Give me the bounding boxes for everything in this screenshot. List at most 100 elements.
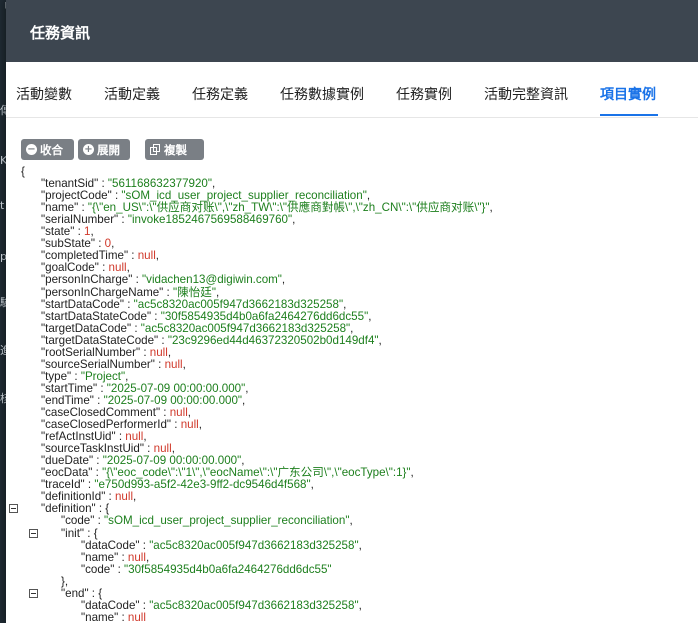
json-value: "ac5c8320ac005f947d3662183d325258" [140,321,351,335]
json-punct: : [128,249,138,263]
json-punct: , [343,297,347,311]
modal-header: 任務資訊 [6,0,698,62]
active-tab-indicator [600,114,658,116]
json-value: null [137,249,156,263]
json-punct: : [95,237,105,251]
json-punct: , [368,309,372,323]
json-punct: { [21,165,25,178]
json-punct: : [154,357,165,371]
json-punct: : [124,297,134,311]
json-punct: , [167,345,172,359]
json-key: "subState" [41,237,95,251]
tab-project-instance[interactable]: 項目實例 [600,84,656,104]
json-value: "30f5854935d4b0a6fa2464276dd6dc55" [160,309,369,323]
json-value: null [153,442,172,456]
json-punct: , [198,418,202,432]
json-punct: , [378,333,382,347]
json-value: "sOM_icd_user_project_supplier_reconcili… [104,514,350,528]
json-punct: : [97,381,107,395]
copy-button-label: 複製 [164,142,187,157]
json-punct: : { [84,526,98,540]
json-punct: : [71,369,81,383]
json-punct: : [114,562,125,576]
json-value: null [125,430,144,444]
json-punct: , [242,393,246,407]
json-key: "targetDataStateCode" [41,333,159,347]
json-punct: }, [61,574,69,588]
json-value: "ac5c8320ac005f947d3662183d325258" [149,538,359,552]
json-key: "type" [41,369,72,383]
json-punct: , [281,273,286,287]
json-value: "e750d993-a5f2-42e3-9ff2-dc9546d4f568" [94,478,311,492]
json-punct: , [155,249,160,263]
json-key: "dataCode" [81,538,140,552]
json-value: null [164,357,183,371]
json-key: "personInChargeName" [41,285,164,299]
json-punct: : [158,333,168,347]
json-line: { [21,166,25,178]
json-value: "561168632377920" [107,177,212,191]
collapse-toggle-icon[interactable] [29,528,38,538]
json-key: "definition" [41,502,96,516]
json-punct: , [90,225,94,239]
json-value: null [169,406,188,419]
json-value: "2025-07-09 00:00:00.000" [102,454,242,468]
json-punct: : [163,285,173,299]
json-punct: , [182,357,186,371]
json-punct: : [118,550,128,564]
json-key: "startDataStateCode" [41,309,152,323]
collapse-button[interactable]: − 收合 [21,139,74,160]
expand-button[interactable]: + 展開 [78,139,130,160]
json-key: "name" [81,610,119,623]
json-key: "startTime" [41,381,98,395]
json-punct: : [78,201,88,215]
tab-task-instance[interactable]: 任務實例 [396,84,452,104]
json-punct: , [187,406,192,419]
tab-task-data-instance[interactable]: 任務數據實例 [280,84,364,104]
json-punct: : [92,466,103,480]
tab-activity-variables[interactable]: 活動變數 [16,84,72,104]
json-key: "sourceTaskInstUid" [41,442,144,456]
json-punct: , [349,514,353,528]
json-key: "init" [61,526,85,540]
json-punct: , [133,490,137,504]
json-punct: : [171,418,181,432]
json-key: "goalCode" [41,261,99,275]
json-punct: : [93,454,103,468]
json-punct: , [292,213,296,227]
json-punct: , [241,454,245,468]
json-punct: , [410,466,414,480]
json-punct: : [94,514,105,528]
json-punct: , [216,285,220,299]
collapse-toggle-icon[interactable] [29,588,38,598]
json-value: null [127,550,146,564]
json-punct: : [131,321,141,335]
json-key: "refActInstUid" [41,430,116,444]
minus-circle-icon: − [26,144,37,155]
json-line: "name" : null [81,610,146,623]
copy-button[interactable]: 複製 [145,139,204,160]
modal-title: 任務資訊 [30,24,91,42]
json-punct: , [212,177,216,191]
tab-task-definition[interactable]: 任務定義 [192,84,248,104]
tab-activity-definition[interactable]: 活動定義 [104,84,160,104]
json-key: "definitionId" [41,490,106,504]
json-punct: , [310,478,314,492]
json-punct: : [143,442,154,456]
json-punct: , [350,321,354,335]
json-punct: : [118,610,128,623]
json-key: "rootSerialNumber" [41,345,141,359]
json-punct: : [139,598,150,612]
collapse-toggle-icon[interactable] [9,504,18,514]
tab-activity-full-info[interactable]: 活動完整資訊 [484,84,568,104]
json-punct: : [118,213,128,227]
json-punct: , [126,261,130,275]
json-key: "end" [61,586,89,600]
json-key: "traceId" [41,478,85,492]
json-key: "state" [41,225,75,239]
json-punct: : [93,393,104,407]
json-value: null [127,610,146,623]
json-punct: : [151,309,161,323]
json-punct: : [132,273,143,287]
json-key: "tenantSid" [41,177,99,191]
